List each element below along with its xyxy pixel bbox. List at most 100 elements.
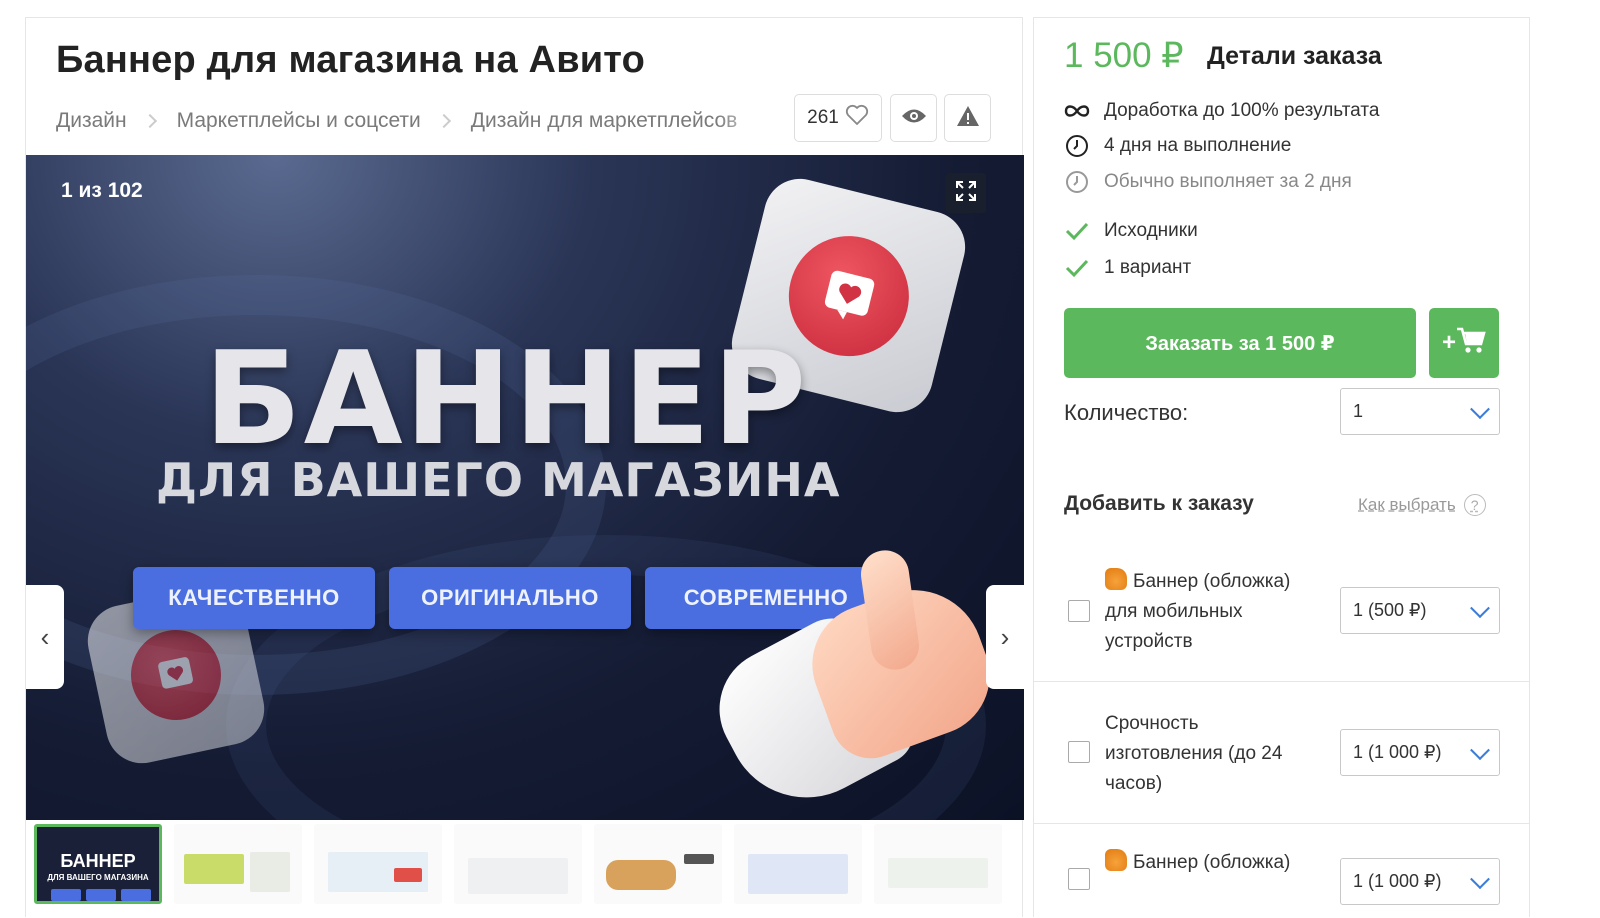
gallery-thumbnail[interactable] (734, 824, 862, 904)
chevron-down-icon (1470, 398, 1490, 419)
check-icon (1064, 218, 1090, 244)
addon-label-text: Баннер (обложка) (1133, 852, 1291, 873)
addon-select-value: 1 (1 000 ₽) (1353, 871, 1442, 891)
thumbnail-preview (394, 868, 422, 882)
addon-row: Срочность изготовления (до 24 часов) 1 (… (1034, 682, 1529, 822)
addon-label: Баннер (обложка) (1105, 848, 1345, 878)
gallery-counter: 1 из 102 (61, 179, 143, 202)
breadcrumb-fade (716, 106, 776, 136)
chevron-down-icon (1470, 868, 1490, 889)
thumbnail-pill (51, 889, 81, 901)
addon-quantity-select[interactable]: 1 (1 000 ₽) (1340, 858, 1500, 905)
warning-icon (956, 105, 980, 132)
how-to-choose-link[interactable]: Как выбрать ? (1358, 494, 1486, 516)
breadcrumb: Дизайн Маркетплейсы и соцсети Дизайн для… (56, 106, 776, 136)
addon-label: Баннер (обложка) для мобильных устройств (1105, 567, 1320, 657)
addon-select-value: 1 (1 000 ₽) (1353, 742, 1442, 762)
thumbnail-preview (184, 854, 244, 884)
feature-sources: Исходники (1064, 218, 1198, 244)
feature-text: Обычно выполняет за 2 дня (1104, 171, 1352, 192)
thumbnail-preview (888, 858, 988, 888)
banner-pill: КАЧЕСТВЕННО (133, 567, 375, 629)
help-icon: ? (1463, 494, 1486, 516)
gallery-prev-button[interactable]: ‹ (26, 585, 64, 689)
expand-icon (955, 180, 977, 207)
add-to-cart-button[interactable]: + (1429, 308, 1499, 378)
plus-label: + (1441, 329, 1456, 356)
gig-card: Баннер для магазина на Авито Дизайн Марк… (25, 17, 1024, 917)
thumbnail-preview (468, 858, 568, 894)
chevron-right-icon (436, 113, 451, 129)
gallery-thumbnail[interactable] (594, 824, 722, 904)
feature-revisions: Доработка до 100% результата (1064, 98, 1379, 124)
like-button[interactable]: 261 (794, 94, 882, 142)
thumbnail-pill (86, 889, 116, 901)
gallery-thumbnail[interactable] (174, 824, 302, 904)
chevron-down-icon (1470, 597, 1490, 618)
quantity-label: Количество: (1064, 400, 1189, 425)
breadcrumb-item[interactable]: Дизайн для маркетплейсов (471, 109, 738, 133)
breadcrumb-item[interactable]: Маркетплейсы и соцсети (177, 109, 421, 133)
chevron-right-icon: › (1000, 621, 1010, 652)
thumbnail-pill (121, 889, 151, 901)
feature-delivery-time: 4 дня на выполнение (1064, 133, 1291, 159)
quantity-value: 1 (1353, 401, 1364, 421)
watch-button[interactable] (890, 94, 937, 142)
feature-text: Исходники (1104, 220, 1198, 241)
chevron-down-icon (1470, 739, 1490, 760)
gallery-next-button[interactable]: › (986, 585, 1024, 689)
report-button[interactable] (944, 94, 991, 142)
banner-pill: ОРИГИНАЛЬНО (389, 567, 631, 629)
addon-quantity-select[interactable]: 1 (500 ₽) (1340, 587, 1500, 634)
addons-title: Добавить к заказу (1064, 492, 1254, 515)
thumbnail-preview (606, 860, 676, 890)
fullscreen-button[interactable] (946, 173, 986, 213)
infinity-icon (1064, 98, 1090, 124)
thumbnail-preview (748, 854, 848, 894)
eye-icon (901, 107, 927, 130)
quantity-select[interactable]: 1 (1340, 388, 1500, 435)
addon-row: Баннер (обложка) 1 (1 000 ₽) (1034, 824, 1529, 918)
gig-price: 1 500 ₽ (1064, 36, 1184, 75)
addon-row: Баннер (обложка) для мобильных устройств… (1034, 563, 1529, 681)
addon-checkbox[interactable] (1068, 600, 1090, 622)
check-icon (1064, 255, 1090, 281)
gig-title: Баннер для магазина на Авито (56, 39, 646, 81)
order-panel: 1 500 ₽ Детали заказа Доработка до 100% … (1033, 17, 1530, 917)
feature-text: 4 дня на выполнение (1104, 135, 1292, 156)
addon-quantity-select[interactable]: 1 (1 000 ₽) (1340, 729, 1500, 776)
thumbnail-subtitle: ДЛЯ ВАШЕГО МАГАЗИНА (47, 873, 149, 882)
gallery-thumbnail[interactable]: БАННЕР ДЛЯ ВАШЕГО МАГАЗИНА (34, 824, 162, 904)
chevron-left-icon: ‹ (40, 621, 50, 652)
banner-heading: БАННЕР (204, 325, 809, 474)
breadcrumb-item[interactable]: Дизайн (56, 109, 127, 133)
how-to-choose-text: Как выбрать (1358, 495, 1456, 514)
feature-usual-time: Обычно выполняет за 2 дня (1064, 169, 1352, 195)
order-button[interactable]: Заказать за 1 500 ₽ (1064, 308, 1416, 378)
like-count: 261 (807, 107, 839, 128)
gallery-thumbnail[interactable] (454, 824, 582, 904)
heart-icon (845, 104, 869, 132)
banner-subheading: ДЛЯ ВАШЕГО МАГАЗИНА (156, 453, 841, 507)
addon-select-value: 1 (500 ₽) (1353, 600, 1427, 620)
clock-icon (1064, 133, 1090, 159)
feature-variants: 1 вариант (1064, 255, 1191, 281)
feature-text: Доработка до 100% результата (1104, 100, 1380, 121)
gallery-thumbnail[interactable] (314, 824, 442, 904)
thumbs-up-icon (1105, 568, 1127, 590)
thumbnail-title: БАННЕР (60, 851, 136, 871)
cart-icon (1456, 326, 1486, 361)
addon-label-text: Баннер (обложка) для мобильных устройств (1105, 571, 1291, 652)
gallery-thumbnails: БАННЕР ДЛЯ ВАШЕГО МАГАЗИНА (26, 824, 1024, 904)
thumbs-up-icon (1105, 849, 1127, 871)
thumbnail-preview (250, 852, 290, 892)
addon-checkbox[interactable] (1068, 868, 1090, 890)
addon-label: Срочность изготовления (до 24 часов) (1105, 713, 1283, 794)
gallery-main-image[interactable]: 1 из 102 БАННЕР ДЛЯ ВАШЕГО МАГАЗИНА КАЧЕ… (26, 155, 1024, 820)
feature-text: 1 вариант (1104, 257, 1192, 278)
addon-checkbox[interactable] (1068, 741, 1090, 763)
chevron-right-icon (142, 113, 157, 129)
thumbnail-preview (684, 854, 714, 864)
gallery-thumbnail[interactable] (874, 824, 1002, 904)
clock-icon (1064, 169, 1090, 195)
